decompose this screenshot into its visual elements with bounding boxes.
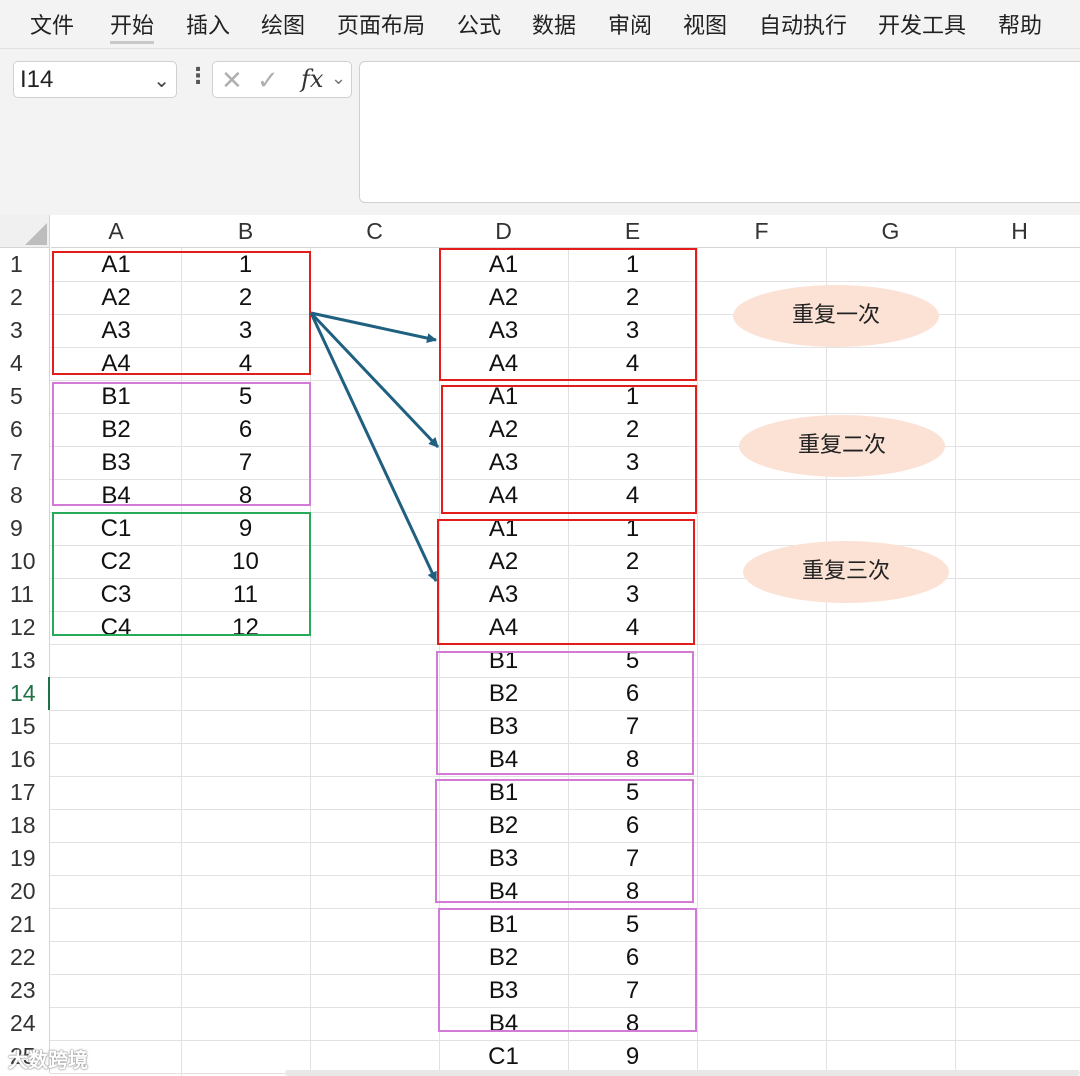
row-header-15[interactable]: 15 <box>0 710 50 743</box>
row-header-18[interactable]: 18 <box>0 809 50 842</box>
red-box-repeat-1 <box>439 248 697 381</box>
row-header-23[interactable]: 23 <box>0 974 50 1007</box>
more-options-icon[interactable]: ⋮ <box>187 64 209 89</box>
menu-review[interactable]: 审阅 <box>608 8 652 40</box>
name-box[interactable]: I14 ⌄ <box>13 61 177 98</box>
violet-box-repeat-2 <box>435 779 694 903</box>
violet-box-repeat-1 <box>436 651 694 775</box>
row-header-19[interactable]: 19 <box>0 842 50 875</box>
row-header-10[interactable]: 10 <box>0 545 50 578</box>
violet-box-repeat-3 <box>438 908 697 1032</box>
cell-e25[interactable]: 9 <box>568 1040 697 1073</box>
menu-view[interactable]: 视图 <box>683 8 727 40</box>
gridline-vertical <box>955 248 956 1076</box>
annotation-repeat-twice: 重复二次 <box>739 415 945 477</box>
column-header-e[interactable]: E <box>568 215 697 248</box>
green-box-c <box>52 512 311 636</box>
row-header-2[interactable]: 2 <box>0 281 50 314</box>
red-box-a <box>52 251 311 375</box>
menu-data[interactable]: 数据 <box>532 8 576 40</box>
red-box-repeat-2 <box>441 385 697 514</box>
chevron-down-icon[interactable]: ⌄ <box>153 68 170 92</box>
row-header-11[interactable]: 11 <box>0 578 50 611</box>
row-header-5[interactable]: 5 <box>0 380 50 413</box>
menu-file[interactable]: 文件 <box>30 8 74 40</box>
row-header-1[interactable]: 1 <box>0 248 50 281</box>
row-header-9[interactable]: 9 <box>0 512 50 545</box>
check-icon[interactable]: ✓ <box>257 66 279 96</box>
row-header-12[interactable]: 12 <box>0 611 50 644</box>
watermark-logo: 大数跨境 <box>8 1048 88 1072</box>
menu-draw[interactable]: 绘图 <box>261 8 305 40</box>
violet-box-b <box>52 382 311 506</box>
row-header-4[interactable]: 4 <box>0 347 50 380</box>
row-header-24[interactable]: 24 <box>0 1007 50 1040</box>
menu-developer[interactable]: 开发工具 <box>878 8 966 40</box>
menu-formulas[interactable]: 公式 <box>457 8 501 40</box>
select-all-triangle-icon <box>25 223 47 245</box>
row-header-13[interactable]: 13 <box>0 644 50 677</box>
menu-insert[interactable]: 插入 <box>186 8 230 40</box>
column-header-g[interactable]: G <box>826 215 955 248</box>
menu-automate[interactable]: 自动执行 <box>759 8 847 40</box>
row-header-14[interactable]: 14 <box>0 677 50 710</box>
name-box-value: I14 <box>20 66 54 93</box>
row-header-3[interactable]: 3 <box>0 314 50 347</box>
column-header-c[interactable]: C <box>310 215 439 248</box>
row-header-21[interactable]: 21 <box>0 908 50 941</box>
worksheet-grid[interactable]: ABCDEFGH 1 2 3 4 5 6 7 8 9 10 11 12 13 14 15 16 17 18 19 20… <box>0 215 1080 1076</box>
select-all-button[interactable] <box>0 215 50 248</box>
menu-page-layout[interactable]: 页面布局 <box>337 8 425 40</box>
row-header-6[interactable]: 6 <box>0 413 50 446</box>
cell-d25[interactable]: C1 <box>439 1040 568 1073</box>
insert-function-icon[interactable]: fx <box>301 65 323 93</box>
column-header-d[interactable]: D <box>439 215 568 248</box>
ribbon-menu-bar: 文件 开始 插入 绘图 页面布局 公式 数据 审阅 视图 自动执行 开发工具 帮… <box>0 0 1080 49</box>
arrow-to-repeat-1 <box>310 311 437 343</box>
formula-input[interactable] <box>359 61 1080 203</box>
column-header-b[interactable]: B <box>181 215 310 248</box>
row-header-7[interactable]: 7 <box>0 446 50 479</box>
red-box-repeat-3 <box>437 519 695 645</box>
cancel-icon[interactable]: ✕ <box>221 66 243 96</box>
row-header-20[interactable]: 20 <box>0 875 50 908</box>
column-header-f[interactable]: F <box>697 215 826 248</box>
chevron-down-icon[interactable]: ⌄ <box>331 68 346 89</box>
row-header-22[interactable]: 22 <box>0 941 50 974</box>
row-header-17[interactable]: 17 <box>0 776 50 809</box>
row-header-16[interactable]: 16 <box>0 743 50 776</box>
horizontal-scrollbar[interactable] <box>285 1070 1080 1076</box>
arrow-to-repeat-3 <box>309 312 438 582</box>
gridline-vertical <box>826 248 827 1076</box>
annotation-repeat-once: 重复一次 <box>733 285 939 347</box>
column-header-a[interactable]: A <box>51 215 181 248</box>
annotation-repeat-three-times: 重复三次 <box>743 541 949 603</box>
menu-help[interactable]: 帮助 <box>998 8 1042 40</box>
row-header-8[interactable]: 8 <box>0 479 50 512</box>
gridline-vertical <box>697 248 698 1076</box>
menu-home[interactable]: 开始 <box>110 8 155 44</box>
column-header-h[interactable]: H <box>955 215 1080 248</box>
formula-buttons: ✕ ✓ fx ⌄ <box>212 61 352 98</box>
